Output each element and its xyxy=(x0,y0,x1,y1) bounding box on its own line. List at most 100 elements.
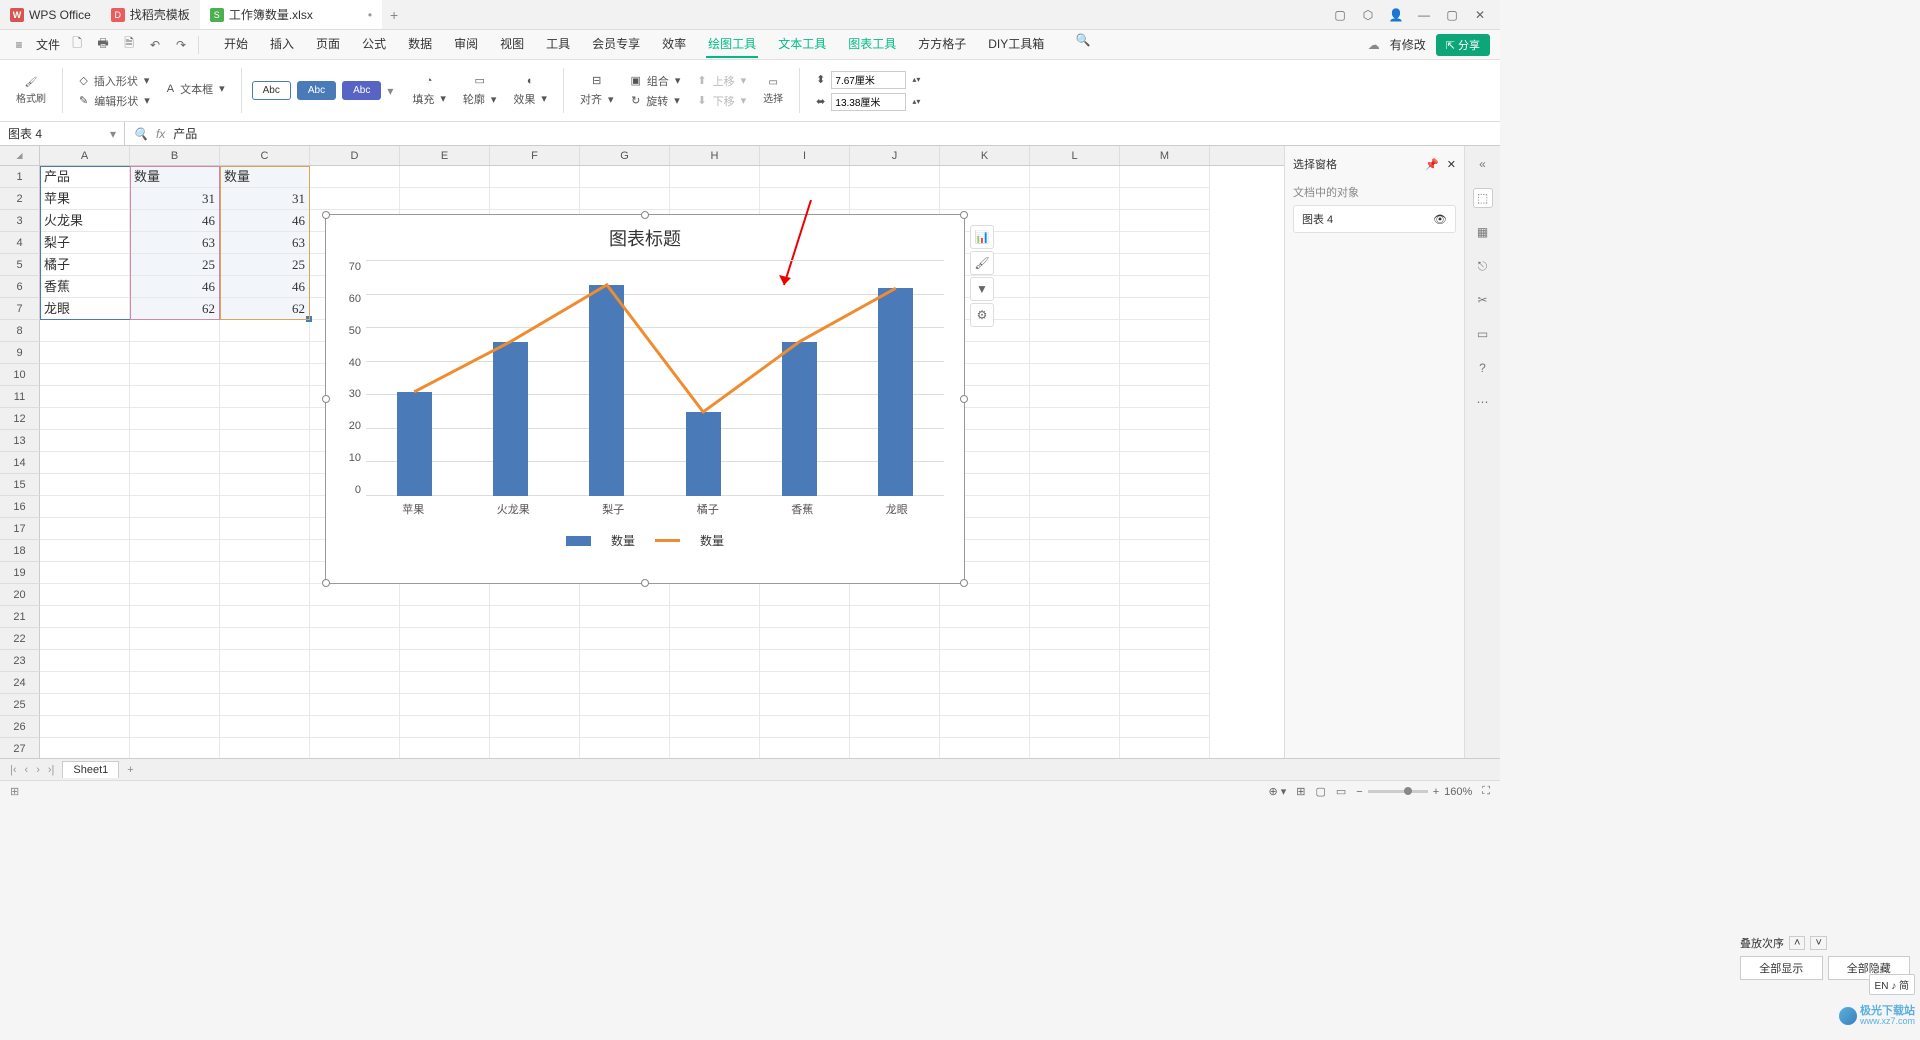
chart-plot-area[interactable]: 706050403020100 xyxy=(366,261,944,496)
chart-bar[interactable] xyxy=(686,412,721,496)
hamburger-icon[interactable]: ≡ xyxy=(10,36,28,54)
cell[interactable] xyxy=(940,628,1030,650)
cell[interactable] xyxy=(850,606,940,628)
cell[interactable] xyxy=(220,474,310,496)
style-abc-2[interactable]: Abc xyxy=(297,81,336,100)
cell[interactable] xyxy=(130,452,220,474)
cell[interactable] xyxy=(760,738,850,758)
resize-handle[interactable] xyxy=(322,211,330,219)
menu-diy[interactable]: DIY工具箱 xyxy=(986,31,1046,58)
chart-bar[interactable] xyxy=(397,392,432,496)
cell[interactable] xyxy=(1030,672,1120,694)
cell[interactable] xyxy=(580,650,670,672)
layers-icon[interactable]: ▦ xyxy=(1473,222,1493,242)
row-header[interactable]: 4 xyxy=(0,232,40,254)
align-button[interactable]: 对齐 ▾ xyxy=(580,91,614,107)
cell[interactable] xyxy=(220,452,310,474)
chart-bar[interactable] xyxy=(493,342,528,496)
cell[interactable]: 46 xyxy=(130,210,220,232)
cell[interactable] xyxy=(1030,716,1120,738)
cell[interactable] xyxy=(1120,342,1210,364)
cell[interactable] xyxy=(1120,540,1210,562)
cell[interactable] xyxy=(580,716,670,738)
resize-handle[interactable] xyxy=(322,579,330,587)
edit-shape-button[interactable]: ✎ 编辑形状 ▾ xyxy=(79,93,150,109)
cell[interactable] xyxy=(40,518,130,540)
view-reading-icon[interactable]: ▭ xyxy=(1336,785,1346,798)
cell[interactable]: 31 xyxy=(220,188,310,210)
row-header[interactable]: 2 xyxy=(0,188,40,210)
cell[interactable] xyxy=(400,166,490,188)
cell[interactable] xyxy=(130,474,220,496)
cell[interactable]: 46 xyxy=(130,276,220,298)
cell[interactable] xyxy=(130,628,220,650)
cell[interactable] xyxy=(670,650,760,672)
cloud-icon[interactable]: ☁ xyxy=(1368,38,1380,52)
menu-text-tools[interactable]: 文本工具 xyxy=(776,31,828,58)
cell[interactable]: 25 xyxy=(220,254,310,276)
cell[interactable] xyxy=(220,562,310,584)
cell[interactable] xyxy=(490,716,580,738)
cell[interactable] xyxy=(400,606,490,628)
print-icon[interactable]: 🖶 xyxy=(94,36,112,54)
row-header[interactable]: 3 xyxy=(0,210,40,232)
row-header[interactable]: 8 xyxy=(0,320,40,342)
cell[interactable]: 梨子 xyxy=(40,232,130,254)
height-input[interactable] xyxy=(831,93,906,111)
row-header[interactable]: 14 xyxy=(0,452,40,474)
cell[interactable] xyxy=(130,562,220,584)
cell[interactable] xyxy=(1030,540,1120,562)
cell[interactable] xyxy=(1120,738,1210,758)
cell[interactable] xyxy=(490,584,580,606)
cell[interactable] xyxy=(940,694,1030,716)
row-header[interactable]: 17 xyxy=(0,518,40,540)
cell[interactable] xyxy=(1120,606,1210,628)
col-header[interactable]: L xyxy=(1030,146,1120,165)
cell[interactable] xyxy=(1120,386,1210,408)
cell[interactable]: 数量 xyxy=(220,166,310,188)
cell[interactable] xyxy=(310,716,400,738)
cell[interactable] xyxy=(40,496,130,518)
cell[interactable] xyxy=(40,474,130,496)
row-header[interactable]: 7 xyxy=(0,298,40,320)
cell[interactable]: 46 xyxy=(220,210,310,232)
cell[interactable] xyxy=(220,628,310,650)
status-grid-icon[interactable]: ⊞ xyxy=(10,785,19,798)
sheet-tab[interactable]: Sheet1 xyxy=(62,761,119,778)
cell[interactable] xyxy=(940,166,1030,188)
resize-handle[interactable] xyxy=(960,395,968,403)
row-header[interactable]: 5 xyxy=(0,254,40,276)
cell[interactable] xyxy=(1030,606,1120,628)
cell[interactable]: 25 xyxy=(130,254,220,276)
cell[interactable] xyxy=(1030,364,1120,386)
cell[interactable] xyxy=(1030,518,1120,540)
cell[interactable] xyxy=(580,738,670,758)
cell[interactable] xyxy=(580,188,670,210)
chart-settings-button[interactable]: ⚙ xyxy=(970,303,994,327)
cell[interactable] xyxy=(40,606,130,628)
cell[interactable] xyxy=(940,606,1030,628)
cell[interactable] xyxy=(220,320,310,342)
cell[interactable] xyxy=(130,342,220,364)
cell[interactable] xyxy=(760,672,850,694)
cell[interactable] xyxy=(40,540,130,562)
col-header[interactable]: A xyxy=(40,146,130,165)
app-box-icon[interactable]: ▢ xyxy=(1332,7,1348,23)
cell[interactable] xyxy=(40,584,130,606)
cell[interactable] xyxy=(670,628,760,650)
cell[interactable] xyxy=(940,672,1030,694)
menu-start[interactable]: 开始 xyxy=(222,31,250,58)
cell[interactable] xyxy=(40,716,130,738)
cell[interactable] xyxy=(220,518,310,540)
cell[interactable] xyxy=(490,738,580,758)
cell[interactable] xyxy=(1120,298,1210,320)
cell[interactable] xyxy=(220,540,310,562)
cell[interactable] xyxy=(1030,166,1120,188)
cell[interactable] xyxy=(310,188,400,210)
cell[interactable]: 香蕉 xyxy=(40,276,130,298)
menu-efficiency[interactable]: 效率 xyxy=(660,31,688,58)
col-header[interactable]: J xyxy=(850,146,940,165)
cell[interactable] xyxy=(40,628,130,650)
cell[interactable] xyxy=(1120,496,1210,518)
cell[interactable] xyxy=(760,716,850,738)
